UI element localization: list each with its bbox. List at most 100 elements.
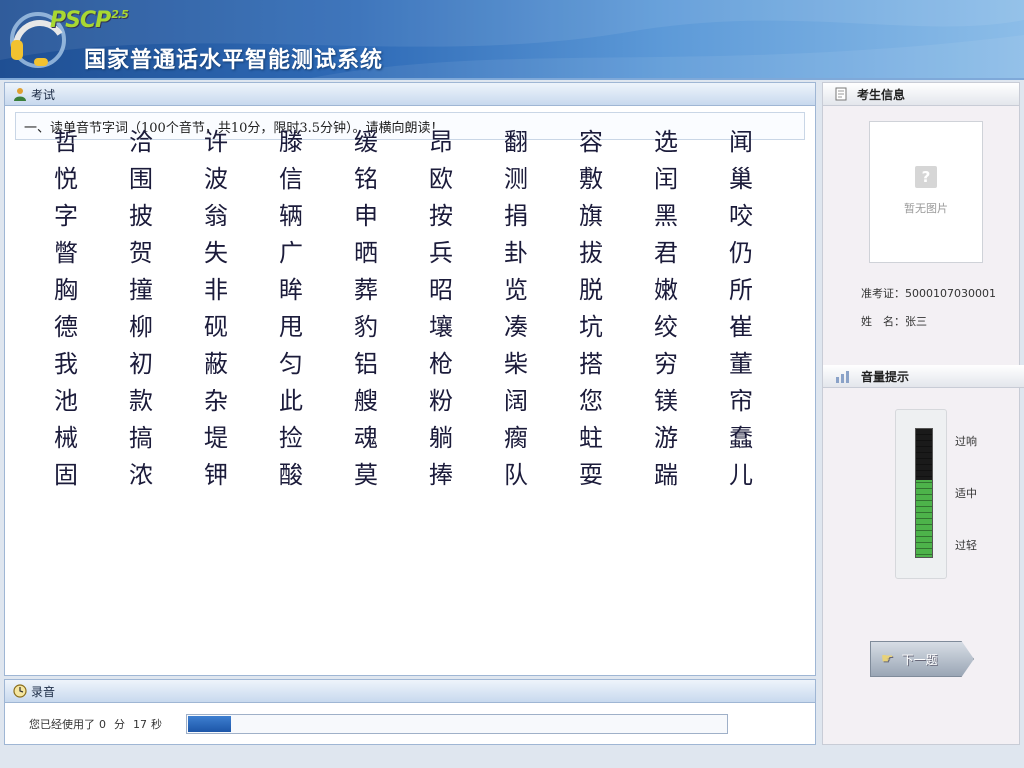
exam-character: 嫩 [654,276,678,304]
exam-character: 队 [504,461,528,489]
exam-character: 按 [429,202,453,230]
time-used-label: 您已经使用了 [29,718,95,731]
seconds-value: 17 [133,717,147,731]
exam-character: 儿 [729,461,753,489]
candidate-name: 张三 [905,315,927,328]
app-title: 国家普通话水平智能测试系统 [84,48,384,73]
exam-character: 昭 [429,276,453,304]
exam-character: 蛀 [579,424,603,452]
volume-label-quiet: 过轻 [955,539,977,552]
recording-panel-header: 录音 [5,680,815,703]
exam-panel-title: 考试 [31,87,56,102]
exam-character: 披 [129,202,153,230]
exam-character: 失 [204,239,228,267]
exam-character: 测 [504,165,528,193]
exam-character: 壤 [429,313,453,341]
exam-character: 旗 [579,202,603,230]
exam-character: 翁 [204,202,228,230]
exam-character: 游 [654,424,678,452]
image-placeholder-icon: ? [915,166,937,188]
exam-character: 洽 [129,128,153,156]
volume-bars-icon [836,371,849,383]
exam-character: 览 [504,276,528,304]
exam-character: 许 [204,128,228,156]
exam-character: 堤 [204,424,228,452]
exam-character: 枪 [429,350,453,378]
exam-character: 初 [129,350,153,378]
ticket-number-row: 准考证：5000107030001 [861,285,996,301]
exam-character: 字 [54,202,78,230]
exam-character: 豹 [354,313,378,341]
brand-logo-text: PSCP2.5 [50,8,129,33]
next-question-button[interactable]: ☛ 下一题 [870,641,974,677]
volume-label-loud: 过响 [955,435,977,448]
exam-character: 哲 [54,128,78,156]
exam-character: 闻 [729,128,753,156]
exam-character: 黑 [654,202,678,230]
exam-character: 申 [354,202,378,230]
exam-character: 捡 [279,424,303,452]
exam-character: 晒 [354,239,378,267]
app-header: PSCP2.5 国家普通话水平智能测试系统 [0,0,1024,80]
exam-character: 捧 [429,461,453,489]
exam-character: 钾 [204,461,228,489]
recording-panel: 录音 您已经使用了 0 分 17 秒 [4,679,816,745]
exam-character: 粉 [429,387,453,415]
exam-character: 搞 [129,424,153,452]
pointing-hand-icon: ☛ [881,651,894,667]
exam-character: 胸 [54,276,78,304]
exam-character: 崔 [729,313,753,341]
exam-character: 池 [54,387,78,415]
exam-user-icon [14,88,26,101]
exam-character: 翻 [504,128,528,156]
exam-character: 滕 [279,128,303,156]
exam-character: 魂 [354,424,378,452]
candidate-photo: ? 暂无图片 [869,121,983,263]
exam-character: 款 [129,387,153,415]
volume-meter-ticks [916,429,932,557]
exam-character: 镁 [654,387,678,415]
sidebar: 考生信息 ? 暂无图片 准考证：5000107030001 姓 名：张三 音量提… [822,82,1024,745]
volume-header: 音量提示 [823,365,1024,388]
exam-character: 您 [579,387,603,415]
ticket-number: 5000107030001 [905,287,996,300]
seconds-unit: 秒 [151,718,162,731]
header-divider [0,78,1024,80]
exam-character: 铝 [354,350,378,378]
recording-progress-fill [188,716,232,732]
exam-character: 巢 [729,165,753,193]
exam-character: 悦 [54,165,78,193]
exam-character: 瘸 [504,424,528,452]
exam-character: 围 [129,165,153,193]
document-icon [835,87,847,101]
exam-character: 仍 [729,239,753,267]
exam-character: 闰 [654,165,678,193]
exam-character: 波 [204,165,228,193]
ticket-label: 准考证： [861,287,905,300]
exam-character: 敷 [579,165,603,193]
exam-character: 械 [54,424,78,452]
exam-character: 艘 [354,387,378,415]
exam-character: 脱 [579,276,603,304]
exam-character: 此 [279,387,303,415]
recording-time-row: 您已经使用了 0 分 17 秒 [5,703,815,745]
exam-character: 铭 [354,165,378,193]
exam-character: 耍 [579,461,603,489]
candidate-name-row: 姓 名：张三 [861,313,927,329]
exam-character: 捐 [504,202,528,230]
exam-character: 莫 [354,461,378,489]
exam-character: 广 [279,239,303,267]
candidate-info-header: 考生信息 [823,83,1019,106]
exam-character: 瞥 [54,239,78,267]
exam-character: 昂 [429,128,453,156]
exam-character: 踹 [654,461,678,489]
exam-character: 坑 [579,313,603,341]
character-grid: 哲 洽 许 滕 缓 昂 翻 容 选 闻悦 围 波 信 铭 欧 测 敷 闰 巢字 披 翁 辆 申 按 捐 旗 黑 咬瞥 贺 失 广 晒 兵 卦 拔 君 仍… [32,124,792,494]
exam-character: 柳 [129,313,153,341]
volume-meter-frame [895,409,947,579]
exam-character: 眸 [279,276,303,304]
exam-character: 选 [654,128,678,156]
exam-character: 杂 [204,387,228,415]
exam-character: 阔 [504,387,528,415]
exam-character: 匀 [279,350,303,378]
